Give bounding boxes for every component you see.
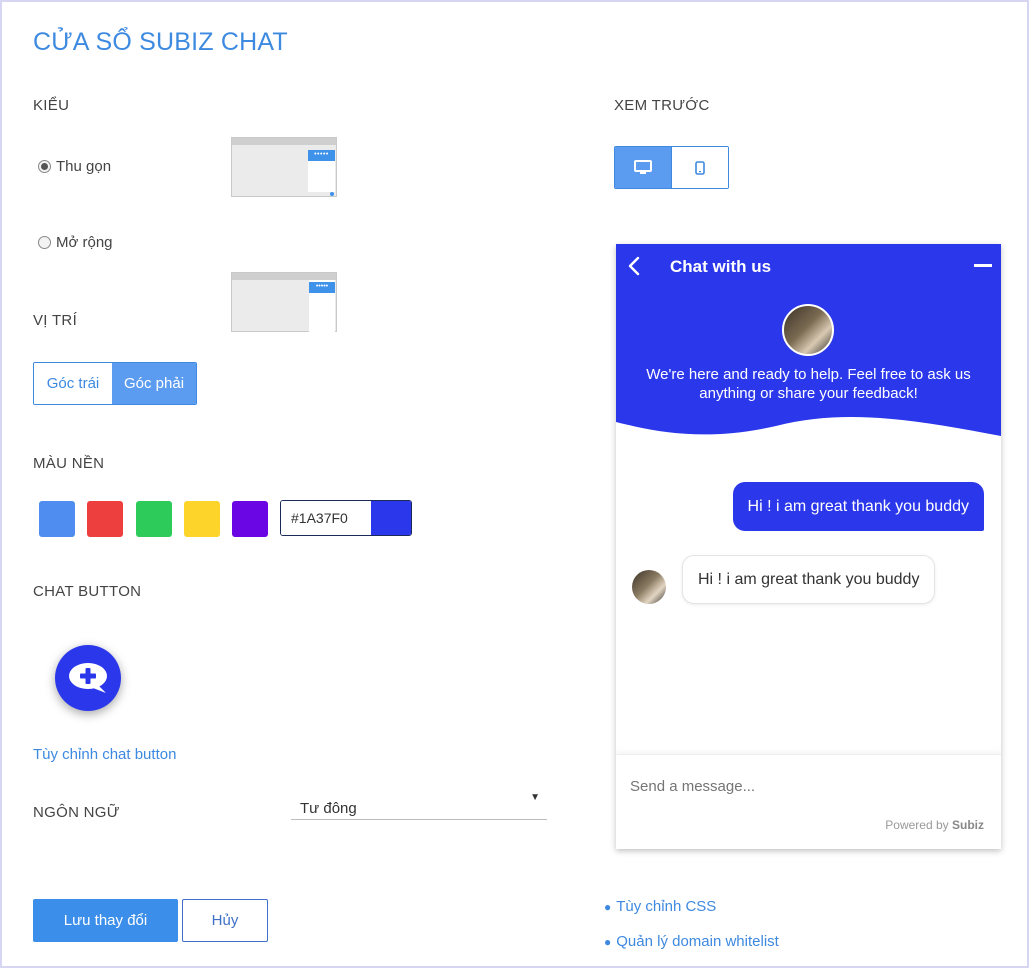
- message-input[interactable]: [628, 773, 978, 799]
- position-right-button[interactable]: Góc phải: [112, 363, 196, 404]
- bullet-icon: ●: [604, 899, 612, 914]
- bullet-icon: ●: [604, 934, 612, 949]
- position-toggle: Góc trái Góc phải: [33, 362, 197, 405]
- thumbnail-browser-bar: [232, 138, 336, 145]
- language-select[interactable]: Tư đông ▼: [291, 792, 547, 820]
- chat-header: Chat with us We're here and ready to hel…: [616, 244, 1001, 436]
- outgoing-message-bubble: Hi ! i am great thank you buddy: [732, 482, 984, 531]
- language-select-value: Tư đông: [300, 800, 357, 817]
- thumbnail-chat-window: •••••: [309, 280, 335, 332]
- style-option-collapsed-label: Thu gọn: [56, 158, 112, 175]
- back-arrow-icon[interactable]: [627, 256, 641, 276]
- color-swatch-green[interactable]: [136, 501, 172, 537]
- radio-collapsed[interactable]: [38, 160, 51, 173]
- custom-css-link-item: ● Tùy chỉnh CSS: [604, 898, 716, 915]
- thumbnail-chat-dot: [330, 192, 334, 196]
- style-section-label: KIỂU: [33, 97, 70, 114]
- style-option-expanded[interactable]: Mở rộng: [38, 234, 113, 251]
- hex-color-input[interactable]: [281, 501, 371, 535]
- custom-css-link[interactable]: Tùy chỉnh CSS: [616, 898, 716, 915]
- chat-bubble-plus-icon: [69, 663, 107, 693]
- custom-color-picker: [280, 500, 412, 536]
- color-preview-swatch[interactable]: [371, 501, 411, 535]
- thumbnail-chat-window: •••••: [308, 150, 335, 196]
- thumbnail-chat-header: •••••: [308, 150, 335, 161]
- style-thumbnail-collapsed[interactable]: •••••: [231, 137, 337, 197]
- page-title: CỬA SỔ SUBIZ CHAT: [33, 28, 288, 56]
- domain-whitelist-link-item: ● Quản lý domain whitelist: [604, 933, 779, 950]
- language-section-label: NGÔN NGỮ: [33, 804, 120, 821]
- mobile-preview-button[interactable]: [671, 147, 728, 188]
- customize-chat-button-link[interactable]: Tùy chỉnh chat button: [33, 746, 176, 763]
- desktop-preview-button[interactable]: [615, 147, 671, 188]
- position-left-button[interactable]: Góc trái: [34, 363, 113, 404]
- color-section-label: MÀU NỀN: [33, 455, 105, 472]
- domain-whitelist-link[interactable]: Quản lý domain whitelist: [616, 933, 779, 950]
- position-section-label: VỊ TRÍ: [33, 312, 78, 329]
- color-swatch-yellow[interactable]: [184, 501, 220, 537]
- powered-by-label: Powered by Subiz: [885, 818, 984, 832]
- style-option-expanded-label: Mở rộng: [56, 234, 113, 251]
- chat-launcher-button[interactable]: [55, 645, 121, 711]
- minimize-icon[interactable]: [974, 264, 992, 267]
- agent-message-avatar: [632, 570, 666, 604]
- chat-preview-window: Chat with us We're here and ready to hel…: [616, 244, 1001, 849]
- style-option-collapsed[interactable]: Thu gọn: [38, 158, 111, 175]
- caret-down-icon: ▼: [530, 792, 540, 803]
- mobile-icon: [695, 160, 705, 175]
- preview-section-label: XEM TRƯỚC: [614, 97, 710, 114]
- color-swatch-blue[interactable]: [39, 501, 75, 537]
- chat-button-section-label: CHAT BUTTON: [33, 583, 142, 600]
- device-toggle: [614, 146, 729, 189]
- thumbnail-browser-bar: [232, 273, 336, 280]
- brand-name[interactable]: Subiz: [952, 818, 984, 832]
- chat-title: Chat with us: [670, 257, 772, 276]
- color-swatch-purple[interactable]: [232, 501, 268, 537]
- incoming-message-bubble: Hi ! i am great thank you buddy: [682, 555, 936, 604]
- agent-avatar: [782, 304, 834, 356]
- color-swatch-red[interactable]: [87, 501, 123, 537]
- radio-expanded[interactable]: [38, 236, 51, 249]
- powered-by-text: Powered by: [885, 818, 949, 832]
- chat-welcome-text: We're here and ready to help. Feel free …: [646, 366, 971, 402]
- style-thumbnail-expanded[interactable]: •••••: [231, 272, 337, 332]
- thumbnail-chat-header: •••••: [309, 282, 335, 293]
- save-button[interactable]: Lưu thay đổi: [33, 899, 178, 942]
- cancel-button[interactable]: Hủy: [182, 899, 268, 942]
- desktop-icon: [634, 159, 652, 174]
- chat-composer: Powered by Subiz: [616, 754, 1001, 849]
